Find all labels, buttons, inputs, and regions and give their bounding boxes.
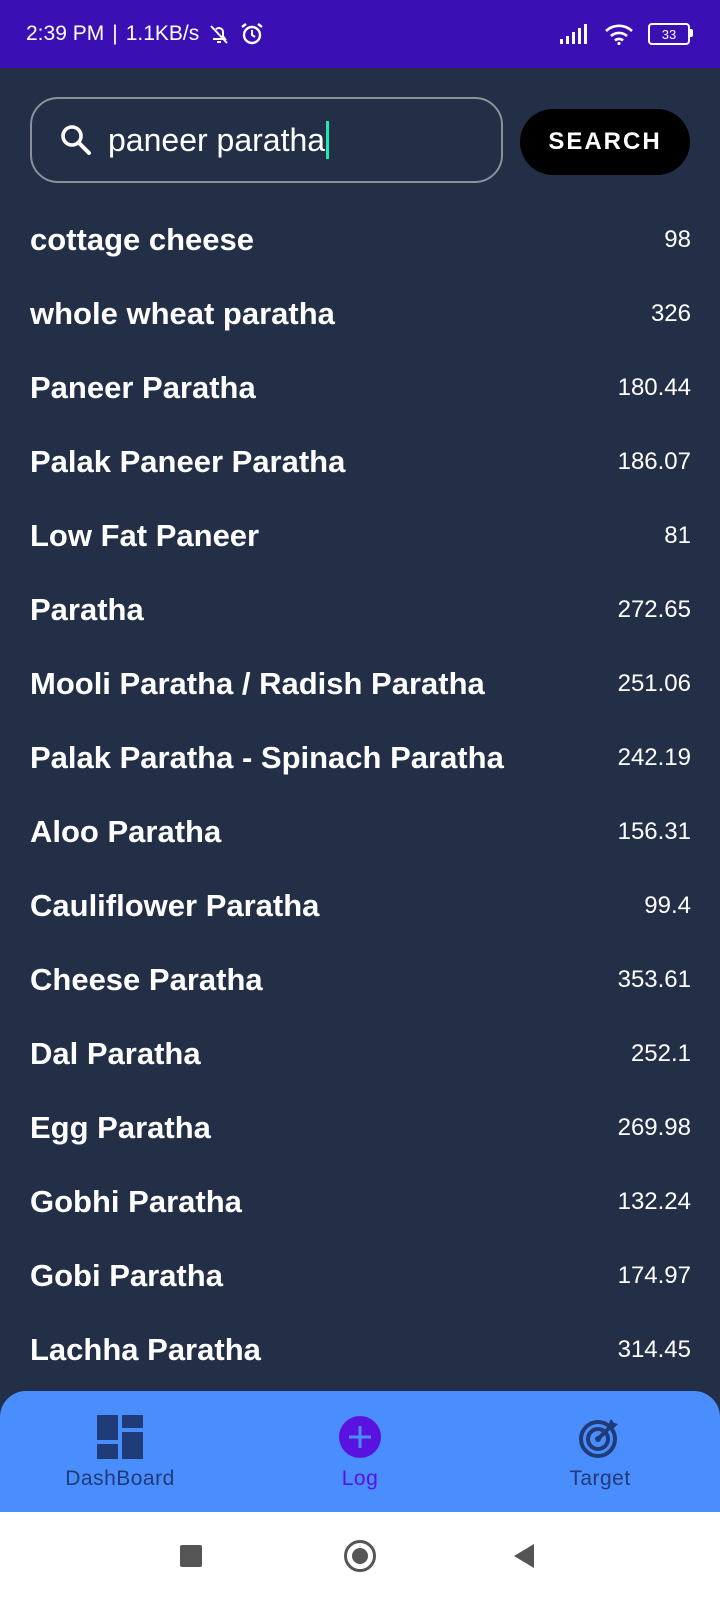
nav-target-label: Target <box>569 1467 631 1490</box>
nav-log-label: Log <box>341 1467 379 1490</box>
food-name: Paratha <box>30 592 144 627</box>
status-bar: 2:39 PM | 1.1KB/s 33 <box>0 0 720 68</box>
food-name: Low Fat Paneer <box>30 518 260 553</box>
add-circle-icon <box>339 1416 381 1458</box>
status-time: 2:39 PM <box>26 22 105 45</box>
list-item[interactable]: Cauliflower Paratha 99.4 <box>30 869 691 943</box>
nav-dashboard-label: DashBoard <box>65 1467 175 1490</box>
food-calories: 98 <box>664 226 691 253</box>
list-item[interactable]: cottage cheese 98 <box>30 203 691 277</box>
list-item[interactable]: Palak Paneer Paratha 186.07 <box>30 425 691 499</box>
food-name: Cauliflower Paratha <box>30 888 320 923</box>
list-item[interactable]: Palak Paratha - Spinach Paratha 242.19 <box>30 721 691 795</box>
search-icon <box>61 125 91 155</box>
search-input[interactable]: paneer paratha <box>108 122 325 159</box>
food-name: Gobi Paratha <box>30 1258 223 1293</box>
food-calories: 174.97 <box>617 1262 691 1289</box>
search-row: paneer paratha SEARCH <box>30 97 691 185</box>
food-name: Dal Paratha <box>30 1036 201 1071</box>
list-item[interactable]: Egg Paratha 269.98 <box>30 1091 691 1165</box>
mute-bell-icon <box>210 25 228 44</box>
list-item[interactable]: whole wheat paratha 326 <box>30 277 691 351</box>
food-calories: 326 <box>650 300 691 327</box>
food-name: Palak Paneer Paratha <box>30 444 346 479</box>
back-icon[interactable] <box>514 1544 534 1568</box>
food-calories: 156.31 <box>617 818 691 845</box>
food-calories: 81 <box>664 522 691 549</box>
bottom-navigation: DashBoard Log Target <box>0 1391 720 1512</box>
food-calories: 269.98 <box>617 1114 691 1141</box>
target-icon <box>579 1419 618 1458</box>
food-calories: 180.44 <box>617 374 691 401</box>
list-item[interactable]: Aloo Paratha 156.31 <box>30 795 691 869</box>
list-item[interactable]: Paneer Paratha 180.44 <box>30 351 691 425</box>
food-calories: 314.45 <box>617 1336 691 1363</box>
list-item[interactable]: Mooli Paratha / Radish Paratha 251.06 <box>30 647 691 721</box>
text-caret <box>326 121 330 159</box>
food-name: Lachha Paratha <box>30 1332 261 1367</box>
food-calories: 99.4 <box>644 892 691 919</box>
list-item[interactable]: Gobhi Paratha 132.24 <box>30 1165 691 1239</box>
food-calories: 132.24 <box>617 1188 691 1215</box>
food-results-list: cottage cheese 98 whole wheat paratha 326 Pa… <box>30 203 691 1387</box>
food-name: Gobhi Paratha <box>30 1184 242 1219</box>
food-calories: 251.06 <box>617 670 691 697</box>
food-name: whole wheat paratha <box>30 296 335 331</box>
list-item[interactable]: Paratha 272.65 <box>30 573 691 647</box>
home-icon[interactable] <box>344 1540 376 1572</box>
food-name: Mooli Paratha / Radish Paratha <box>30 666 485 701</box>
recent-apps-icon[interactable] <box>180 1545 202 1567</box>
nav-log[interactable]: Log <box>240 1391 480 1512</box>
food-name: cottage cheese <box>30 222 254 257</box>
food-calories: 272.65 <box>617 596 691 623</box>
list-item[interactable]: Lachha Paratha 314.45 <box>30 1313 691 1387</box>
status-separator: | <box>112 22 118 45</box>
nav-dashboard[interactable]: DashBoard <box>0 1391 240 1512</box>
status-left: 2:39 PM | 1.1KB/s <box>26 21 265 47</box>
signal-icon <box>560 24 587 44</box>
battery-icon: 33 <box>648 23 693 45</box>
food-name: Cheese Paratha <box>30 962 263 997</box>
food-calories: 186.07 <box>617 448 691 475</box>
list-item[interactable]: Cheese Paratha 353.61 <box>30 943 691 1017</box>
food-name: Egg Paratha <box>30 1110 211 1145</box>
food-name: Palak Paratha - Spinach Paratha <box>30 740 504 775</box>
search-field[interactable]: paneer paratha <box>30 97 503 183</box>
food-calories: 252.1 <box>630 1040 691 1067</box>
list-item[interactable]: Dal Paratha 252.1 <box>30 1017 691 1091</box>
alarm-icon <box>241 23 263 45</box>
food-name: Aloo Paratha <box>30 814 222 849</box>
nav-target[interactable]: Target <box>480 1391 720 1512</box>
search-button[interactable]: SEARCH <box>520 109 690 175</box>
network-speed: 1.1KB/s <box>125 22 200 45</box>
dashboard-icon <box>97 1415 143 1459</box>
list-item[interactable]: Gobi Paratha 174.97 <box>30 1239 691 1313</box>
food-calories: 353.61 <box>617 966 691 993</box>
wifi-icon <box>605 24 633 45</box>
status-right: 33 <box>560 23 693 45</box>
list-item[interactable]: Low Fat Paneer 81 <box>30 499 691 573</box>
food-name: Paneer Paratha <box>30 370 256 405</box>
food-calories: 242.19 <box>617 744 691 771</box>
